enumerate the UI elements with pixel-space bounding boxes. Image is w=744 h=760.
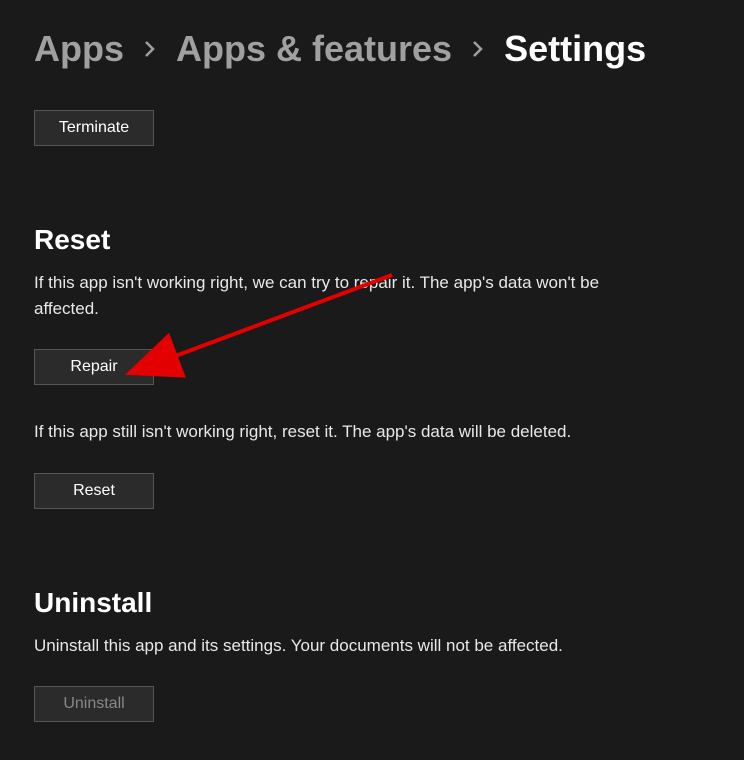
repair-description: If this app isn't working right, we can … xyxy=(34,270,654,321)
reset-description: If this app still isn't working right, r… xyxy=(34,419,710,445)
reset-button[interactable]: Reset xyxy=(34,473,154,509)
breadcrumb: Apps Apps & features Settings xyxy=(0,0,744,70)
uninstall-button[interactable]: Uninstall xyxy=(34,686,154,722)
uninstall-heading: Uninstall xyxy=(34,587,710,619)
reset-heading: Reset xyxy=(34,224,710,256)
terminate-button[interactable]: Terminate xyxy=(34,110,154,146)
chevron-right-icon xyxy=(472,40,484,58)
repair-button[interactable]: Repair xyxy=(34,349,154,385)
breadcrumb-apps-features[interactable]: Apps & features xyxy=(176,28,452,70)
uninstall-description: Uninstall this app and its settings. You… xyxy=(34,633,654,659)
chevron-right-icon xyxy=(144,40,156,58)
breadcrumb-current: Settings xyxy=(504,28,646,70)
breadcrumb-apps[interactable]: Apps xyxy=(34,28,124,70)
